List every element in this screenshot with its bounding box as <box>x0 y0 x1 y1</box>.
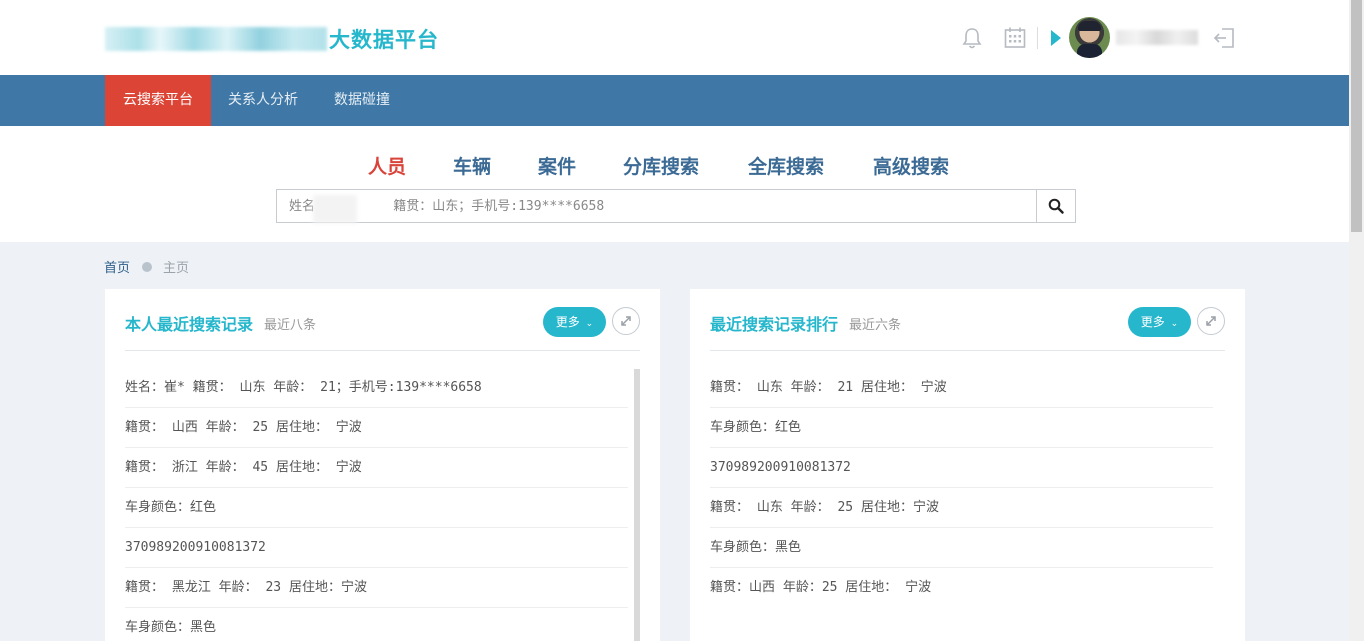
tab-vehicle[interactable]: 车辆 <box>453 152 491 179</box>
search-section: 人员 车辆 案件 分库搜索 全库搜索 高级搜索 <box>0 126 1349 242</box>
search-icon <box>1048 198 1064 214</box>
expand-button[interactable] <box>612 307 640 335</box>
more-button[interactable]: 更多 ⌄ <box>543 307 606 337</box>
expand-icon <box>621 316 631 326</box>
list-item[interactable]: 车身颜色：红色 <box>125 488 628 528</box>
breadcrumb-current: 主页 <box>163 261 190 276</box>
tab-partition-search[interactable]: 分库搜索 <box>623 152 699 179</box>
panel-search-ranking: 最近搜索记录排行 最近六条 更多 ⌄ 籍贯： 山东 年龄： 21 居住地： 宁波… <box>690 289 1245 641</box>
search-input[interactable] <box>277 190 1036 222</box>
list-item[interactable]: 籍贯： 山东 年龄： 21 居住地： 宁波 <box>710 368 1213 408</box>
breadcrumb-separator <box>142 261 153 272</box>
panel-subtitle: 最近六条 <box>849 318 902 333</box>
breadcrumb-home[interactable]: 首页 <box>104 257 130 276</box>
expand-button[interactable] <box>1197 307 1225 335</box>
expand-icon <box>1206 316 1216 326</box>
search-button[interactable] <box>1036 189 1076 223</box>
panel-title: 最近搜索记录排行 <box>710 315 839 334</box>
panel-divider <box>710 350 1225 351</box>
panel-title: 本人最近搜索记录 <box>125 315 254 334</box>
redaction-blur <box>313 195 357 223</box>
list-item[interactable]: 籍贯：山西 年龄：25 居住地： 宁波 <box>710 568 1213 608</box>
logout-icon[interactable] <box>1212 26 1236 50</box>
logo-blurred-text <box>105 27 327 51</box>
breadcrumb: 首页 主页 <box>104 257 189 276</box>
logo-text: 大数据平台 <box>329 28 439 52</box>
search-record-list: 姓名：崔* 籍贯： 山东 年龄： 21；手机号:139****6658 籍贯： … <box>125 368 628 641</box>
play-icon[interactable] <box>1051 30 1061 46</box>
ranking-list: 籍贯： 山东 年龄： 21 居住地： 宁波 车身颜色：红色 3709892009… <box>710 368 1213 608</box>
calendar-icon[interactable] <box>1004 26 1026 50</box>
nav-item-relation-analysis[interactable]: 关系人分析 <box>228 75 298 126</box>
more-button-label: 更多 <box>1140 315 1165 329</box>
list-item[interactable]: 车身颜色：红色 <box>710 408 1213 448</box>
tab-full-search[interactable]: 全库搜索 <box>748 152 824 179</box>
search-box <box>276 189 1037 223</box>
main-nav: 云搜索平台 关系人分析 数据碰撞 <box>0 75 1349 126</box>
page-scrollbar[interactable] <box>1349 0 1364 641</box>
more-button[interactable]: 更多 ⌄ <box>1128 307 1191 337</box>
list-item[interactable]: 370989200910081372 <box>710 448 1213 488</box>
list-item[interactable]: 姓名：崔* 籍贯： 山东 年龄： 21；手机号:139****6658 <box>125 368 628 408</box>
list-item[interactable]: 籍贯： 山东 年龄： 25 居住地：宁波 <box>710 488 1213 528</box>
logo[interactable]: 大数据平台 <box>105 24 439 54</box>
list-item[interactable]: 籍贯： 山西 年龄： 25 居住地： 宁波 <box>125 408 628 448</box>
list-item[interactable]: 车身颜色：黑色 <box>710 528 1213 568</box>
panel-subtitle: 最近八条 <box>264 318 317 333</box>
bell-icon[interactable] <box>961 26 983 50</box>
list-item[interactable]: 籍贯： 黑龙江 年龄： 23 居住地：宁波 <box>125 568 628 608</box>
tab-case[interactable]: 案件 <box>538 152 576 179</box>
panel-divider <box>125 350 640 351</box>
list-item[interactable]: 车身颜色：黑色 <box>125 608 628 641</box>
header: 大数据平台 <box>0 0 1349 75</box>
nav-item-data-collision[interactable]: 数据碰撞 <box>334 75 390 126</box>
page-scrollbar-thumb[interactable] <box>1351 0 1362 232</box>
list-item[interactable]: 籍贯： 浙江 年龄： 45 居住地： 宁波 <box>125 448 628 488</box>
tab-person[interactable]: 人员 <box>368 152 406 179</box>
avatar[interactable] <box>1069 17 1110 58</box>
chevron-down-icon: ⌄ <box>585 319 594 329</box>
nav-item-cloud-search[interactable]: 云搜索平台 <box>105 75 211 126</box>
more-button-label: 更多 <box>555 315 580 329</box>
tab-advanced-search[interactable]: 高级搜索 <box>873 152 949 179</box>
header-divider <box>1037 27 1038 49</box>
list-item[interactable]: 370989200910081372 <box>125 528 628 568</box>
list-scrollbar[interactable] <box>634 369 640 641</box>
panel-my-recent-searches: 本人最近搜索记录 最近八条 更多 ⌄ 姓名：崔* 籍贯： 山东 年龄： 21；手… <box>105 289 660 641</box>
username-blurred[interactable] <box>1116 30 1198 45</box>
chevron-down-icon: ⌄ <box>1170 319 1179 329</box>
